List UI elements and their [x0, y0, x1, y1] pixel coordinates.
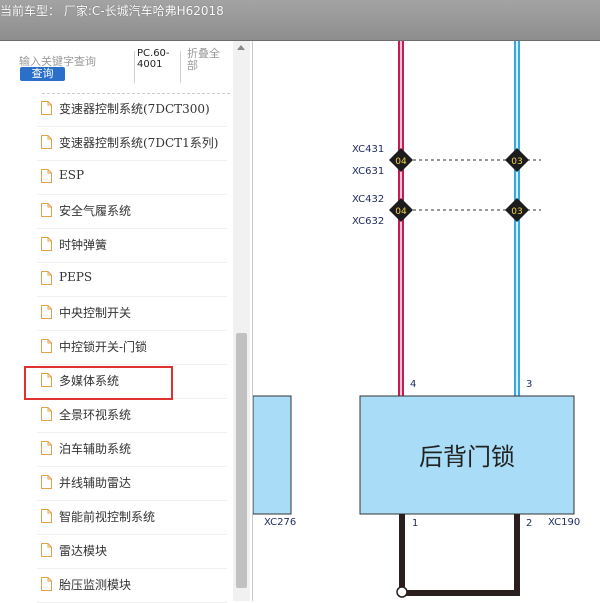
badge-text: 03: [511, 157, 522, 167]
tree-item[interactable]: PEPS: [37, 262, 227, 297]
tree-item-label: 并线辅助雷达: [59, 476, 132, 490]
pin-number-bottom-left: 1: [412, 518, 418, 529]
tree-item-label: 时钟弹簧: [59, 238, 108, 252]
document-icon: [41, 543, 52, 557]
badge-blue-bottom: 03: [505, 198, 529, 222]
navigation-pane: 查询 PC.60-4001 折叠全部 变速器控制系统(7DCT300) 变速器控…: [0, 41, 253, 603]
tree-item-label: 雷达模块: [59, 544, 108, 558]
ground-wire-right: [514, 514, 520, 596]
tree-item-label: 变速器控制系统(7DCT1系列): [59, 136, 219, 150]
connector-label-xc631: XC631: [352, 166, 384, 177]
document-icon: [41, 305, 52, 319]
tree-item-label: 智能前视控制系统: [59, 510, 156, 524]
tree-item-label: 泊车辅助系统: [59, 442, 132, 456]
document-icon: [41, 135, 52, 149]
tree-item[interactable]: 胎压监测模块: [37, 568, 227, 603]
junction-point: [396, 586, 408, 598]
document-icon: [41, 407, 52, 421]
current-model-title: 当前车型： 厂家:C-长城汽车哈弗H62018: [0, 4, 224, 18]
tree-item[interactable]: 全景环视系统: [37, 398, 227, 433]
tree-item-label: 中控锁开关-门锁: [59, 340, 148, 354]
tree-item[interactable]: 智能前视控制系统: [37, 500, 227, 535]
document-icon: [41, 271, 52, 285]
tree-item[interactable]: 时钟弹簧: [37, 228, 227, 263]
document-icon: [41, 475, 52, 489]
tree-item-label: ESP: [59, 168, 85, 182]
toolbar-divider: [180, 51, 181, 83]
tree-item-selected[interactable]: 中控锁开关-门锁: [37, 330, 227, 365]
tree-scrollbar[interactable]: [233, 41, 250, 601]
title-bar: 当前车型： 厂家:C-长城汽车哈弗H62018: [0, 0, 600, 41]
tree-item-label: 全景环视系统: [59, 408, 132, 422]
document-icon: [41, 101, 52, 115]
pin-number-blue: 3: [526, 379, 532, 390]
tree-item[interactable]: ESP: [37, 160, 227, 195]
badge-red-bottom: 04: [389, 198, 413, 222]
document-icon: [41, 509, 52, 523]
toolbar-divider: [134, 51, 135, 83]
wiring-diagram: 04 03 04 03 XC431 XC631 XC432 XC632 4 3 …: [253, 41, 600, 601]
badge-text: 04: [395, 207, 407, 217]
tree-item[interactable]: 并线辅助雷达: [37, 466, 227, 501]
document-icon: [41, 339, 52, 353]
tree-item[interactable]: 泊车辅助系统: [37, 432, 227, 467]
module-label: 后背门锁: [419, 443, 515, 471]
pin-number-red: 4: [410, 379, 416, 390]
badge-blue-top: 03: [505, 148, 529, 172]
document-icon: [41, 441, 52, 455]
tree-item[interactable]: 安全气履系统: [37, 194, 227, 229]
tree-item-label: PEPS: [59, 270, 93, 284]
scroll-up-arrow-icon[interactable]: [237, 45, 245, 50]
pc-code-label: PC.60-4001: [137, 48, 170, 70]
scroll-thumb[interactable]: [236, 333, 247, 588]
collapse-all-button[interactable]: 折叠全部: [187, 48, 227, 72]
pin-number-bottom-right: 2: [526, 518, 532, 529]
tree-item-label: 变速器控制系统(7DCT300): [59, 102, 210, 116]
document-icon: [41, 169, 52, 183]
connector-label-xc432: XC432: [352, 194, 384, 205]
tree-item-label: 胎压监测模块: [59, 578, 132, 592]
document-icon: [41, 577, 52, 591]
wiring-diagram-canvas: 04 03 04 03 XC431 XC631 XC432 XC632 4 3 …: [253, 41, 580, 598]
tree-item[interactable]: 变速器控制系统(7DCT1系列): [37, 126, 227, 161]
document-icon: [41, 203, 52, 217]
tree-item[interactable]: 雷达模块: [37, 534, 227, 569]
tree-item[interactable]: 变速器控制系统(7DCT300): [37, 92, 227, 127]
badge-text: 04: [395, 157, 407, 167]
badge-text: 03: [511, 207, 522, 217]
tree-item-label: 中央控制开关: [59, 306, 132, 320]
query-button[interactable]: 查询: [20, 67, 65, 81]
ground-wire-bottom: [399, 590, 520, 596]
selection-highlight: [24, 366, 173, 400]
document-icon: [41, 237, 52, 251]
tree-item-label: 安全气履系统: [59, 204, 132, 218]
badge-red-top: 04: [389, 148, 413, 172]
left-module: [253, 395, 292, 515]
ground-wire-left: [399, 514, 405, 592]
connector-label-xc431: XC431: [352, 144, 384, 155]
connector-label-xc632: XC632: [352, 216, 384, 227]
connector-label-xc190: XC190: [548, 517, 580, 528]
tree-item[interactable]: 中央控制开关: [37, 296, 227, 331]
connector-label-xc276: XC276: [264, 517, 296, 528]
